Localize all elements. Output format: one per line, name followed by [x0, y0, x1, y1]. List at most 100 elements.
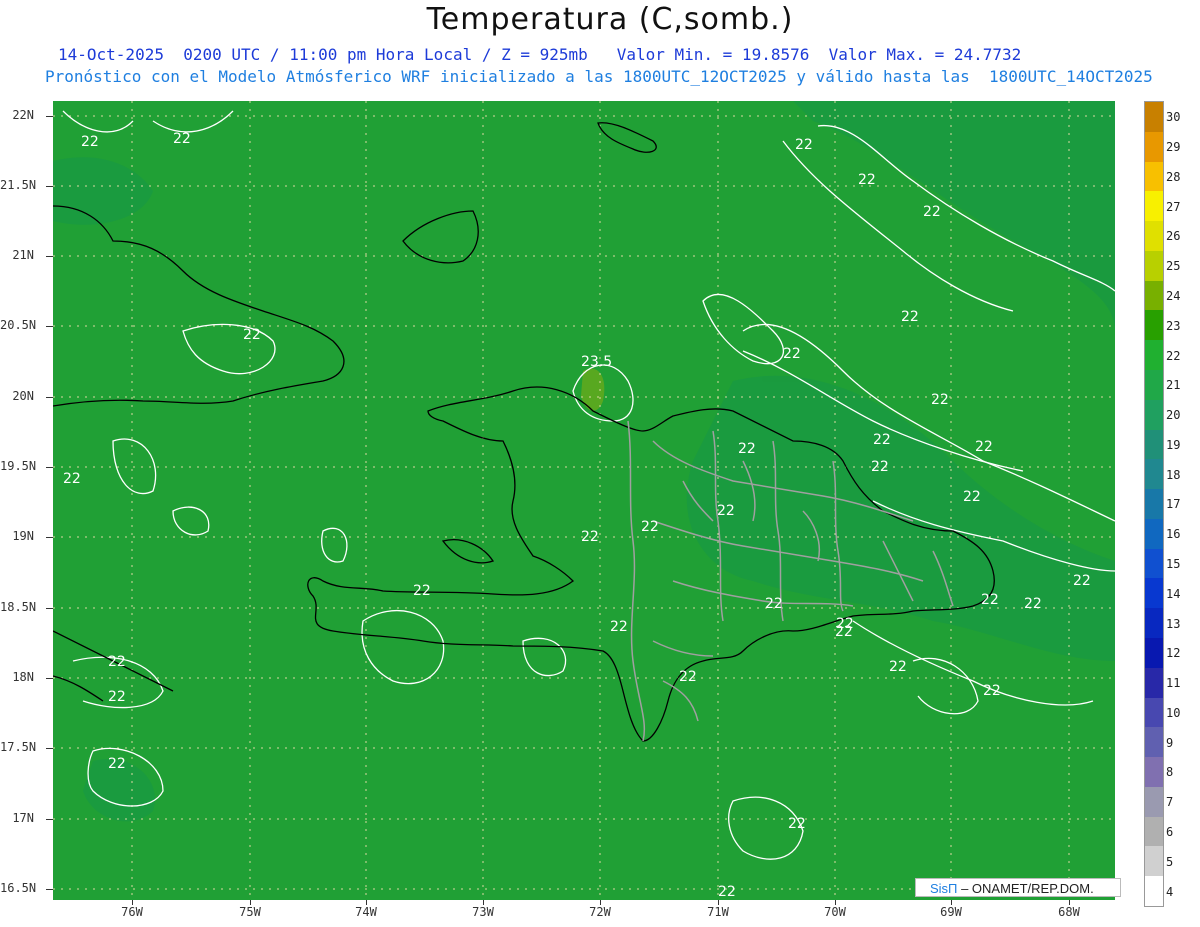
contour-label: 22: [889, 659, 907, 675]
contour-label: 22: [679, 669, 697, 685]
colorbar-label: 18: [1166, 467, 1181, 482]
colorbar-swatch: [1145, 191, 1163, 222]
colorbar-swatch: [1145, 102, 1163, 132]
latitude-tick: [46, 116, 53, 117]
colorbar-label: 29: [1166, 140, 1181, 155]
longitude-label: 76W: [121, 905, 143, 919]
contour-label: 22: [108, 654, 126, 670]
credit-text: – ONAMET/REP.DOM.: [957, 881, 1094, 896]
brand-logo-text: SisΠ: [930, 881, 958, 896]
latitude-label: 16.5N: [0, 881, 37, 895]
colorbar-swatch: [1145, 876, 1163, 907]
contour-label: 22: [975, 439, 993, 455]
colorbar-label: 23: [1166, 318, 1181, 333]
longitude-tick: [250, 900, 251, 905]
colorbar-label: 4: [1166, 884, 1174, 899]
longitude-label: 70W: [824, 905, 846, 919]
colorbar-label: 14: [1166, 586, 1181, 601]
colorbar-swatch: [1145, 399, 1163, 430]
contour-label: 22: [581, 529, 599, 545]
map-title: Temperatura (C,somb.): [426, 2, 794, 37]
colorbar-label: 22: [1166, 348, 1181, 363]
longitude-tick: [366, 900, 367, 905]
colorbar-label: 17: [1166, 497, 1181, 512]
latitude-label: 18.5N: [0, 600, 37, 614]
colorbar-swatch: [1145, 459, 1163, 490]
latitude-tick: [46, 256, 53, 257]
contour-label: 22: [81, 134, 99, 150]
latitude-tick: [46, 819, 53, 820]
latitude-label: 19.5N: [0, 459, 37, 473]
colorbar: [1144, 101, 1164, 907]
contour-label: 22: [836, 616, 854, 632]
colorbar-swatch: [1145, 131, 1163, 162]
colorbar-label: 7: [1166, 795, 1174, 810]
contour-label: 22: [413, 583, 431, 599]
contour-label: 22: [871, 459, 889, 475]
colorbar-swatch: [1145, 786, 1163, 817]
latitude-label: 19N: [12, 529, 34, 543]
colorbar-label: 10: [1166, 705, 1181, 720]
contour-label: 22: [1073, 573, 1091, 589]
longitude-label: 69W: [940, 905, 962, 919]
longitude-tick: [835, 900, 836, 905]
latitude-label: 17N: [12, 811, 34, 825]
latitude-tick: [46, 467, 53, 468]
colorbar-label: 21: [1166, 378, 1181, 393]
longitude-label: 75W: [239, 905, 261, 919]
contour-label: 22: [873, 432, 891, 448]
longitude-tick: [132, 900, 133, 905]
credit-box: SisΠ – ONAMET/REP.DOM.: [915, 878, 1121, 897]
colorbar-label: 5: [1166, 854, 1174, 869]
colorbar-swatch: [1145, 548, 1163, 579]
contour-label: 22: [983, 683, 1001, 699]
latitude-tick: [46, 186, 53, 187]
contour-label: 22: [108, 756, 126, 772]
colorbar-swatch: [1145, 370, 1163, 400]
colorbar-label: 11: [1166, 676, 1181, 691]
latitude-label: 21.5N: [0, 178, 37, 192]
latitude-label: 18N: [12, 670, 34, 684]
colorbar-label: 28: [1166, 169, 1181, 184]
map-subtitle-valid-time: 14-Oct-2025 0200 UTC / 11:00 pm Hora Loc…: [58, 45, 1022, 64]
latitude-tick: [46, 326, 53, 327]
longitude-tick: [1069, 900, 1070, 905]
colorbar-label: 27: [1166, 199, 1181, 214]
colorbar-swatch: [1145, 727, 1163, 758]
colorbar-swatch: [1145, 816, 1163, 847]
temperature-map: 22 22 22 22 22 22 22 22 22 22 22 22 22 2…: [53, 101, 1115, 900]
latitude-label: 20N: [12, 389, 34, 403]
contour-label: 22: [923, 204, 941, 220]
longitude-label: 72W: [589, 905, 611, 919]
colorbar-label: 15: [1166, 557, 1181, 572]
latitude-label: 17.5N: [0, 740, 37, 754]
colorbar-swatch: [1145, 757, 1163, 788]
contour-label: 22: [788, 816, 806, 832]
colorbar-swatch: [1145, 846, 1163, 877]
longitude-label: 74W: [355, 905, 377, 919]
longitude-tick: [951, 900, 952, 905]
latitude-label: 22N: [12, 108, 34, 122]
colorbar-label: 30: [1166, 110, 1181, 125]
longitude-label: 71W: [707, 905, 729, 919]
colorbar-swatch: [1145, 697, 1163, 728]
latitude-tick: [46, 889, 53, 890]
colorbar-swatch: [1145, 250, 1163, 281]
colorbar-label: 19: [1166, 437, 1181, 452]
colorbar-label: 9: [1166, 735, 1174, 750]
colorbar-label: 8: [1166, 765, 1174, 780]
colorbar-swatch: [1145, 518, 1163, 549]
contour-label: 22: [63, 471, 81, 487]
warm-spot: [581, 368, 605, 411]
longitude-tick: [718, 900, 719, 905]
longitude-label: 73W: [472, 905, 494, 919]
latitude-label: 20.5N: [0, 318, 37, 332]
colorbar-label: 16: [1166, 527, 1181, 542]
latitude-tick: [46, 748, 53, 749]
contour-label: 22: [1024, 596, 1042, 612]
colorbar-swatch: [1145, 489, 1163, 520]
latitude-tick: [46, 397, 53, 398]
contour-label: 22: [963, 489, 981, 505]
colorbar-swatch: [1145, 578, 1163, 609]
contour-label: 22: [738, 441, 756, 457]
